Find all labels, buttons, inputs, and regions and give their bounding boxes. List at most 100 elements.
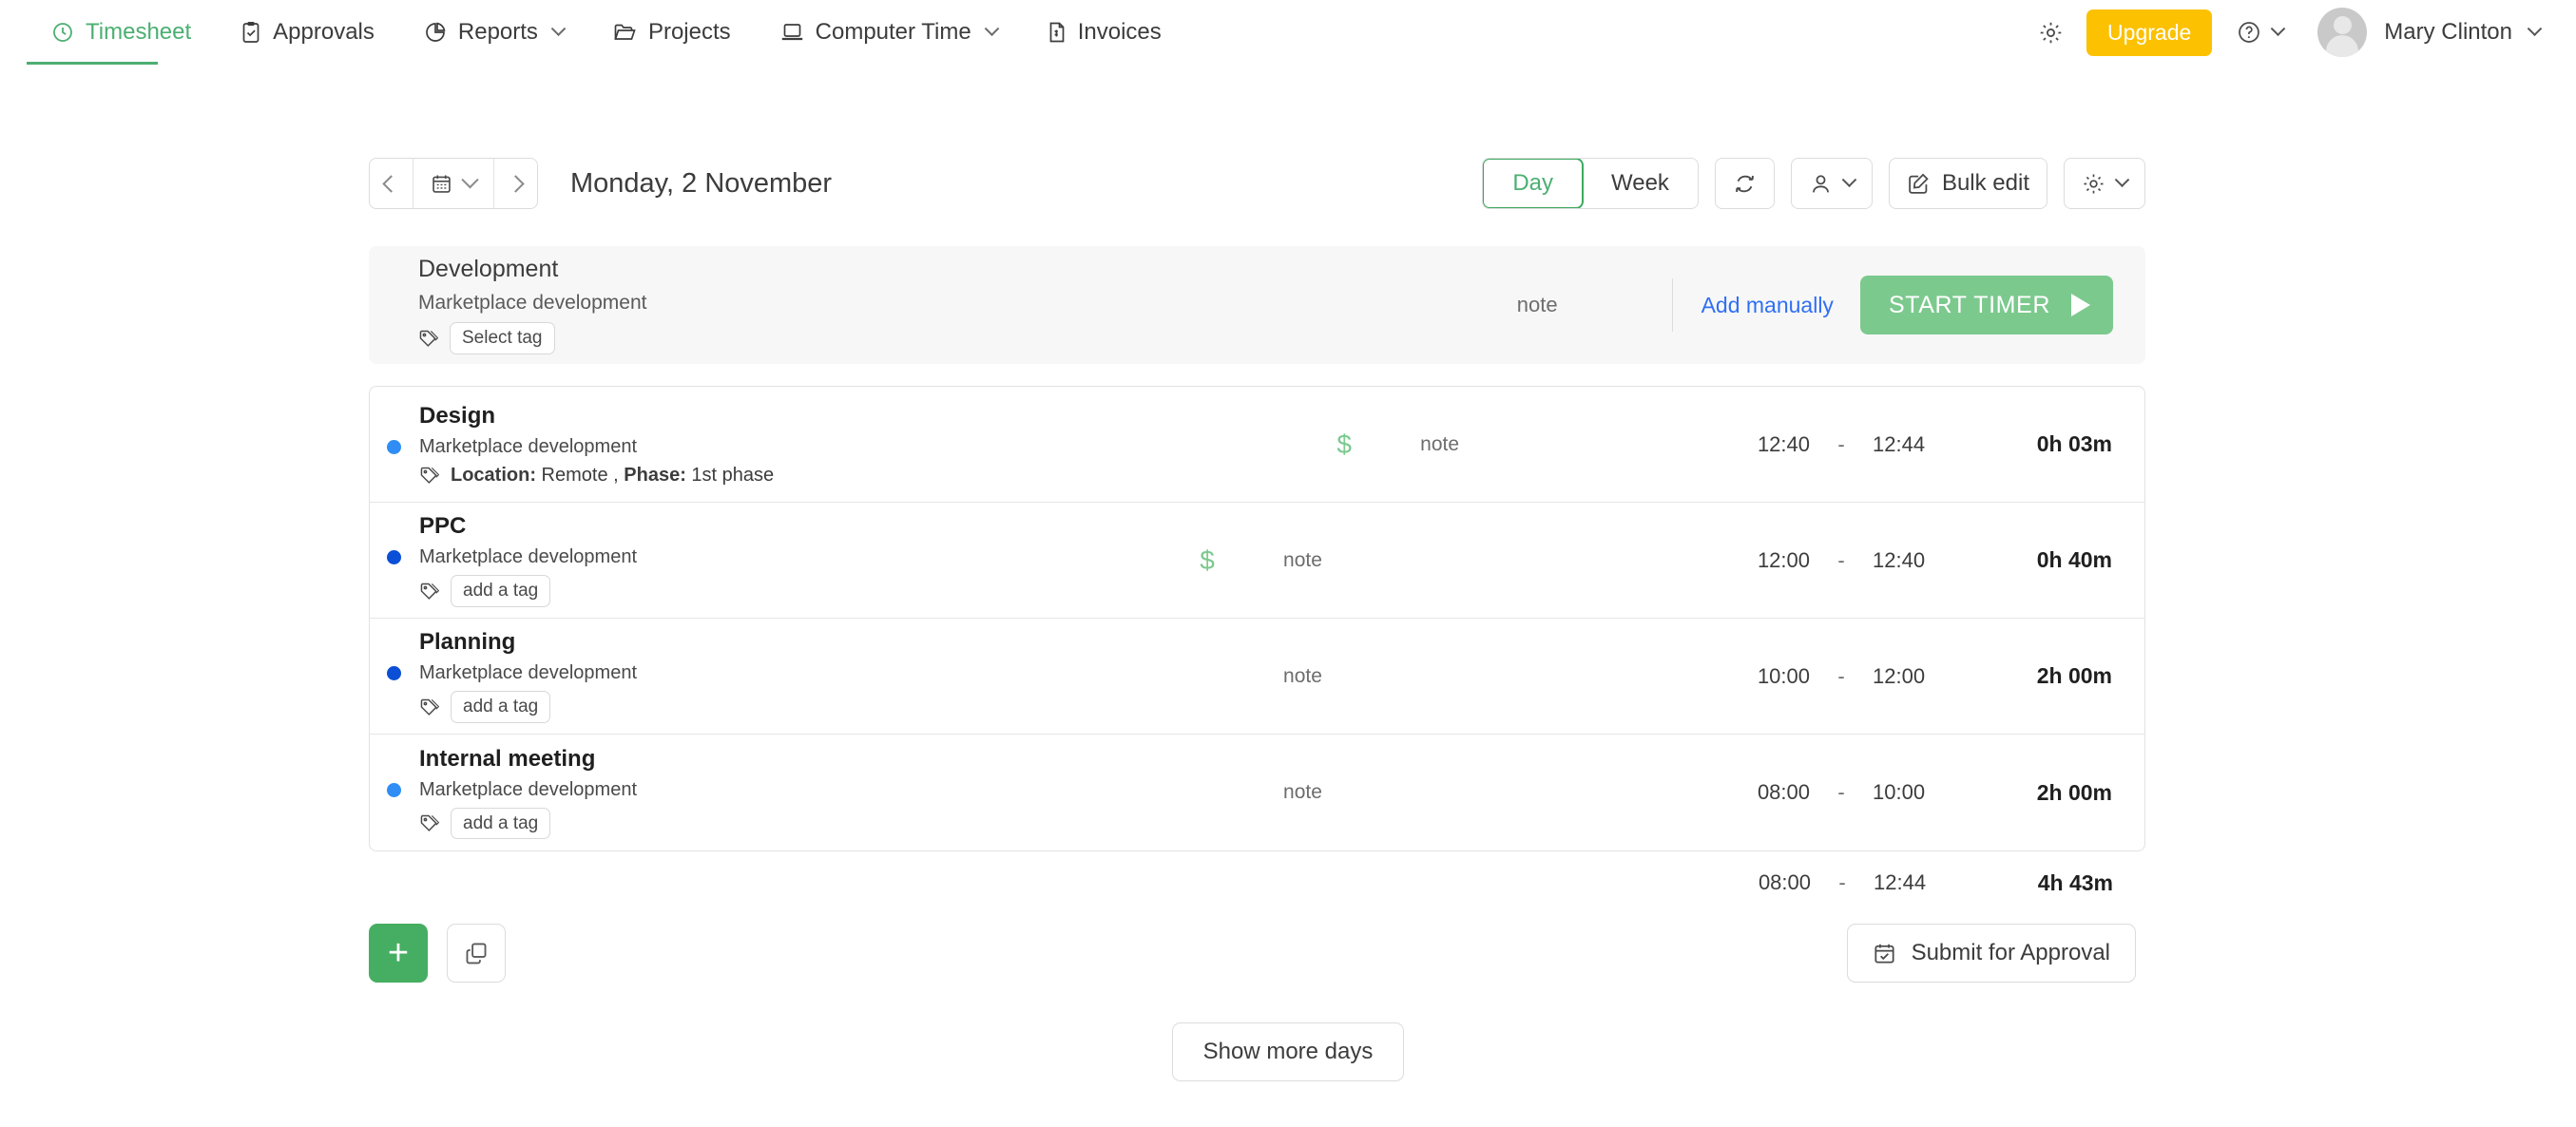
entry-duration[interactable]: 2h 00m bbox=[1960, 780, 2112, 806]
entry-note-input[interactable]: note bbox=[1283, 665, 1397, 688]
billable-indicator[interactable]: $ bbox=[1325, 430, 1363, 460]
entry-task-title[interactable]: PPC bbox=[419, 513, 637, 540]
calendar-check-icon bbox=[1873, 942, 1896, 965]
timer-project-name[interactable]: Marketplace development bbox=[418, 292, 646, 315]
table-row[interactable]: Design Marketplace development Location:… bbox=[370, 387, 2144, 503]
entry-tag-row: Location: Remote , Phase: 1st phase bbox=[419, 465, 774, 487]
entry-start-time[interactable]: 10:00 bbox=[1722, 664, 1810, 689]
billable-indicator[interactable]: $ bbox=[1188, 545, 1226, 576]
entry-duration[interactable]: 2h 00m bbox=[1960, 663, 2112, 689]
bulk-edit-label: Bulk edit bbox=[1941, 170, 2029, 196]
nav-label-approvals: Approvals bbox=[273, 19, 375, 45]
bulk-edit-button[interactable]: Bulk edit bbox=[1888, 158, 2047, 209]
entry-task-title[interactable]: Internal meeting bbox=[419, 746, 637, 773]
entry-times: 10:00 - 12:00 2h 00m bbox=[1722, 663, 2112, 689]
entry-end-time[interactable]: 12:40 bbox=[1873, 548, 1960, 573]
entry-time-dash: - bbox=[1837, 780, 1845, 804]
timer-task-title[interactable]: Development bbox=[418, 256, 646, 283]
divider bbox=[1671, 278, 1673, 332]
nav-label-invoices: Invoices bbox=[1077, 19, 1162, 45]
entry-duration[interactable]: 0h 40m bbox=[1960, 547, 2112, 573]
entry-description-group: Internal meeting Marketplace development… bbox=[387, 746, 637, 840]
entry-end-time[interactable]: 10:00 bbox=[1873, 780, 1960, 805]
entry-duration[interactable]: 0h 03m bbox=[1960, 431, 2112, 457]
active-tab-indicator bbox=[27, 62, 158, 65]
refresh-icon bbox=[1733, 172, 1757, 196]
entry-project-name[interactable]: Marketplace development bbox=[419, 546, 637, 568]
project-color-dot bbox=[387, 550, 401, 565]
nav-item-invoices[interactable]: Invoices bbox=[1022, 0, 1186, 65]
time-entries-list: Design Marketplace development Location:… bbox=[369, 386, 2145, 851]
nav-item-reports[interactable]: Reports bbox=[399, 0, 588, 65]
entry-end-time[interactable]: 12:00 bbox=[1873, 664, 1960, 689]
entry-start-time[interactable]: 12:00 bbox=[1722, 548, 1810, 573]
start-timer-button[interactable]: START TIMER bbox=[1859, 276, 2113, 334]
chevron-down-icon bbox=[984, 20, 999, 36]
tab-week[interactable]: Week bbox=[1583, 159, 1698, 208]
totals-times: 08:00 - 12:44 4h 43m bbox=[1723, 870, 2113, 896]
entry-description-group: Design Marketplace development Location:… bbox=[387, 403, 774, 487]
entry-project-name[interactable]: Marketplace development bbox=[419, 662, 637, 684]
entry-tag-row: add a tag bbox=[419, 691, 637, 723]
table-row[interactable]: Planning Marketplace development add a t… bbox=[370, 619, 2144, 735]
table-row[interactable]: Internal meeting Marketplace development… bbox=[370, 735, 2144, 850]
entry-note-input[interactable]: note bbox=[1283, 549, 1397, 572]
nav-label-reports: Reports bbox=[457, 19, 538, 45]
table-row[interactable]: PPC Marketplace development add a tag $ … bbox=[370, 503, 2144, 619]
entry-task-title[interactable]: Planning bbox=[419, 629, 637, 656]
add-manually-link[interactable]: Add manually bbox=[1701, 293, 1834, 318]
entry-end-time[interactable]: 12:44 bbox=[1873, 432, 1960, 457]
show-more-wrapper: Show more days bbox=[0, 1022, 2576, 1081]
date-navigator bbox=[369, 158, 538, 209]
user-filter-button[interactable] bbox=[1790, 158, 1873, 209]
calendar-picker-button[interactable] bbox=[413, 159, 494, 208]
nav-label-timesheet: Timesheet bbox=[86, 19, 192, 45]
entry-tag-text: Location: Remote , Phase: 1st phase bbox=[451, 464, 775, 486]
add-tag-button[interactable]: add a tag bbox=[451, 807, 551, 840]
page-title: Monday, 2 November bbox=[570, 167, 833, 199]
submit-for-approval-button[interactable]: Submit for Approval bbox=[1846, 924, 2136, 983]
entry-start-time[interactable]: 12:40 bbox=[1722, 432, 1810, 457]
nav-item-projects[interactable]: Projects bbox=[588, 0, 756, 65]
duplicate-entries-button[interactable] bbox=[447, 924, 506, 983]
settings-button[interactable] bbox=[2015, 20, 2086, 46]
entry-note-input[interactable]: note bbox=[1283, 781, 1397, 804]
chevron-down-icon bbox=[2527, 20, 2543, 36]
tab-day[interactable]: Day bbox=[1483, 159, 1585, 208]
previous-day-button[interactable] bbox=[370, 159, 413, 208]
totals-dash: - bbox=[1838, 870, 1846, 894]
user-menu-button[interactable]: Mary Clinton bbox=[2317, 8, 2543, 57]
entry-project-row: Marketplace development bbox=[387, 779, 637, 801]
chevron-right-icon bbox=[507, 174, 525, 193]
help-menu-button[interactable] bbox=[2237, 20, 2286, 45]
upgrade-button[interactable]: Upgrade bbox=[2086, 9, 2213, 56]
nav-item-approvals[interactable]: Approvals bbox=[216, 0, 399, 65]
laptop-icon bbox=[780, 21, 804, 44]
timesheet-settings-button[interactable] bbox=[2064, 158, 2145, 209]
entry-times: 08:00 - 10:00 2h 00m bbox=[1722, 780, 2112, 806]
show-more-days-button[interactable]: Show more days bbox=[1171, 1022, 1405, 1081]
add-tag-button[interactable]: add a tag bbox=[451, 691, 551, 723]
timer-note-input[interactable]: note bbox=[1517, 293, 1672, 317]
top-navigation-bar: Timesheet Approvals Reports Projects Com… bbox=[0, 0, 2576, 65]
entry-start-time[interactable]: 08:00 bbox=[1722, 780, 1810, 805]
entry-note-input[interactable]: note bbox=[1420, 433, 1534, 456]
invoice-icon bbox=[1047, 21, 1067, 44]
chevron-down-icon bbox=[550, 20, 567, 36]
next-day-button[interactable] bbox=[494, 159, 537, 208]
add-tag-button[interactable]: add a tag bbox=[451, 575, 551, 607]
nav-item-timesheet[interactable]: Timesheet bbox=[27, 0, 216, 65]
submit-label: Submit for Approval bbox=[1911, 940, 2110, 965]
nav-item-computer-time[interactable]: Computer Time bbox=[756, 0, 1022, 65]
entry-project-row: Marketplace development bbox=[387, 436, 774, 458]
entry-project-name[interactable]: Marketplace development bbox=[419, 779, 637, 801]
user-icon bbox=[1809, 172, 1833, 196]
add-entry-button[interactable]: + bbox=[369, 924, 428, 983]
entry-times: 12:40 - 12:44 0h 03m bbox=[1722, 431, 2112, 457]
select-tag-button[interactable]: Select tag bbox=[450, 322, 555, 354]
entry-task-title[interactable]: Design bbox=[419, 403, 774, 430]
entry-description-group: PPC Marketplace development add a tag bbox=[387, 513, 637, 607]
entry-project-name[interactable]: Marketplace development bbox=[419, 436, 637, 458]
refresh-button[interactable] bbox=[1714, 158, 1775, 209]
nav-label-projects: Projects bbox=[647, 19, 731, 45]
